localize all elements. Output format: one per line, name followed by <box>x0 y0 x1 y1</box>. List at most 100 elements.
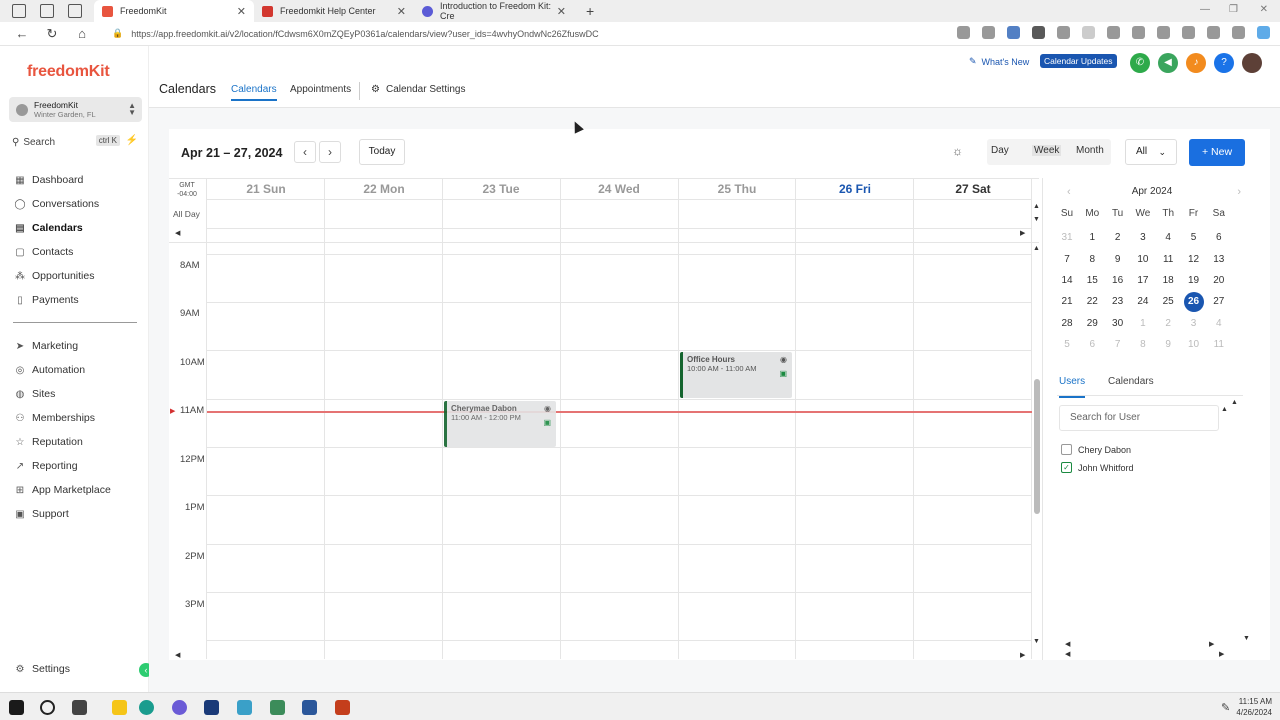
sidebar-item-marketing[interactable]: ➤ Marketing <box>14 338 78 354</box>
mini-calendar-day[interactable]: 6 <box>1209 228 1229 248</box>
scroll-down-icon[interactable]: ▼ <box>1243 635 1250 642</box>
phone-icon[interactable]: ✆ <box>1130 53 1150 73</box>
scroll-up-icon[interactable]: ▲ <box>1033 203 1040 210</box>
lightbulb-icon[interactable]: ☼ <box>952 144 963 158</box>
favorite-star-icon[interactable] <box>982 26 995 39</box>
mini-calendar-day[interactable]: 10 <box>1133 250 1153 270</box>
scroll-right-icon[interactable]: ▶ <box>1020 651 1025 659</box>
view-day-button[interactable]: Day <box>991 145 1009 156</box>
mini-calendar-day[interactable]: 2 <box>1158 314 1178 334</box>
mini-calendar-day[interactable]: 31 <box>1057 228 1077 248</box>
mini-calendar-day[interactable]: 7 <box>1057 250 1077 270</box>
mini-calendar-day[interactable]: 14 <box>1057 271 1077 291</box>
browser-tab-freedomkit[interactable]: FreedomKit ✕ <box>94 0 254 22</box>
browser-essentials-icon[interactable] <box>1207 26 1220 39</box>
scroll-right-icon[interactable]: ▶ <box>1020 229 1025 237</box>
day-header[interactable]: 21 Sun <box>207 179 325 199</box>
tab-calendars[interactable]: Calendars <box>231 84 277 101</box>
tab-actions-icon[interactable] <box>40 4 54 18</box>
mini-calendar-day[interactable]: 15 <box>1082 271 1102 291</box>
task-view-icon[interactable] <box>72 700 87 715</box>
sidebar-item-contacts[interactable]: ▢ Contacts <box>14 244 73 260</box>
workspaces-icon[interactable] <box>12 4 26 18</box>
close-window-icon[interactable]: ✕ <box>1260 4 1268 15</box>
url-field[interactable]: 🔒 https://app.freedomkit.ai/v2/location/… <box>112 28 892 39</box>
notifications-bell-icon[interactable]: ♪ <box>1186 53 1206 73</box>
day-header-today[interactable]: 26 Fri <box>796 179 914 199</box>
mini-calendar-day[interactable]: 12 <box>1184 250 1204 270</box>
extension-icon[interactable] <box>1032 26 1045 39</box>
tab-appointments[interactable]: Appointments <box>290 84 351 95</box>
scroll-left-icon[interactable]: ◀ <box>1065 640 1070 648</box>
new-tab-icon[interactable]: + <box>586 3 594 19</box>
word-icon[interactable] <box>302 700 317 715</box>
sidebar-item-sites[interactable]: ◍ Sites <box>14 386 56 402</box>
freedomkit-logo[interactable]: freedomKit <box>27 63 110 81</box>
restore-icon[interactable]: ❐ <box>1229 4 1238 15</box>
mini-calendar-day[interactable]: 1 <box>1082 228 1102 248</box>
mini-calendar-day[interactable]: 9 <box>1108 250 1128 270</box>
mini-calendar-day[interactable]: 27 <box>1209 292 1229 312</box>
tab-calendars-panel[interactable]: Calendars <box>1108 376 1154 387</box>
mini-calendar-day[interactable]: 5 <box>1184 228 1204 248</box>
sidebar-item-reporting[interactable]: ↗ Reporting <box>14 458 78 474</box>
mail-icon[interactable] <box>204 700 219 715</box>
copilot-icon[interactable] <box>1257 26 1270 39</box>
user-checkbox-checked[interactable]: ✓ <box>1061 462 1072 473</box>
filter-select[interactable]: All ⌄ <box>1125 139 1177 165</box>
day-header[interactable]: 23 Tue <box>442 179 560 199</box>
browser-tab-help-center[interactable]: Freedomkit Help Center ✕ <box>254 0 414 22</box>
mini-calendar-day[interactable]: 16 <box>1108 271 1128 291</box>
sidebar-search[interactable]: ⚲ Search ctrl K ⚡ <box>12 135 140 149</box>
lightning-icon[interactable]: ⚡ <box>126 135 138 146</box>
mini-calendar-day[interactable]: 19 <box>1184 271 1204 291</box>
help-icon[interactable]: ? <box>1214 53 1234 73</box>
day-header[interactable]: 24 Wed <box>560 179 678 199</box>
view-month-button[interactable]: Month <box>1076 145 1104 156</box>
day-header[interactable]: 25 Thu <box>678 179 796 199</box>
mini-calendar-day[interactable]: 11 <box>1209 335 1229 355</box>
pen-icon[interactable]: ✎ <box>1221 701 1230 714</box>
downloads-icon[interactable] <box>1182 26 1195 39</box>
mini-calendar-day[interactable]: 3 <box>1184 314 1204 334</box>
event-cherymae-dabon[interactable]: Cherymae Dabon 11:00 AM - 12:00 PM ◉ ▣ <box>444 401 556 447</box>
mini-calendar-day[interactable]: 3 <box>1133 228 1153 248</box>
sidebar-item-payments[interactable]: ▯ Payments <box>14 292 78 308</box>
calendar-updates-button[interactable]: Calendar Updates <box>1040 54 1117 68</box>
mini-calendar-day[interactable]: 8 <box>1133 335 1153 355</box>
user-row-john-whitford[interactable]: ✓ John Whitford <box>1061 462 1134 473</box>
pen-extension-icon[interactable] <box>1057 26 1070 39</box>
mini-calendar-day[interactable]: 4 <box>1158 228 1178 248</box>
next-week-button[interactable]: › <box>319 141 341 163</box>
read-aloud-icon[interactable] <box>957 26 970 39</box>
close-tab-icon[interactable]: ✕ <box>557 5 566 18</box>
sidebar-item-support[interactable]: ▣ Support <box>14 506 69 522</box>
refresh-icon[interactable]: ↻ <box>44 26 60 42</box>
scroll-left-icon[interactable]: ◀ <box>175 651 180 659</box>
user-checkbox[interactable] <box>1061 444 1072 455</box>
tab-calendar-settings[interactable]: ⚙ Calendar Settings <box>371 84 465 95</box>
sidebar-item-memberships[interactable]: ⚇ Memberships <box>14 410 96 426</box>
system-clock[interactable]: 11:15 AM 4/26/2024 <box>1236 696 1272 718</box>
mini-calendar-day[interactable]: 24 <box>1133 292 1153 312</box>
sidebar-item-automation[interactable]: ◎ Automation <box>14 362 86 378</box>
mini-calendar-day[interactable]: 2 <box>1108 228 1128 248</box>
mini-calendar-day[interactable]: 23 <box>1108 292 1128 312</box>
mini-calendar-day[interactable]: 8 <box>1082 250 1102 270</box>
mini-calendar-day[interactable]: 7 <box>1108 335 1128 355</box>
search-icon[interactable] <box>40 700 55 715</box>
mini-calendar-day[interactable]: 28 <box>1057 314 1077 334</box>
mini-calendar-day[interactable]: 5 <box>1057 335 1077 355</box>
sidebar-item-calendars[interactable]: ▤ Calendars <box>14 220 83 236</box>
extensions-puzzle-icon[interactable] <box>1107 26 1120 39</box>
edge-browser-icon[interactable] <box>139 700 154 715</box>
mini-calendar-day[interactable]: 21 <box>1057 292 1077 312</box>
more-menu-icon[interactable] <box>1232 26 1245 39</box>
sidebar-item-conversations[interactable]: ◯ Conversations <box>14 196 99 212</box>
scroll-down-icon[interactable]: ▼ <box>1033 638 1040 645</box>
event-office-hours[interactable]: Office Hours 10:00 AM - 11:00 AM ◉ ▣ <box>680 352 792 398</box>
mini-calendar-day[interactable]: 13 <box>1209 250 1229 270</box>
user-search-input[interactable]: Search for User <box>1059 405 1219 431</box>
browser-tab-introduction[interactable]: Introduction to Freedom Kit: Cre ✕ <box>414 0 574 22</box>
mini-calendar-day[interactable]: 29 <box>1082 314 1102 334</box>
